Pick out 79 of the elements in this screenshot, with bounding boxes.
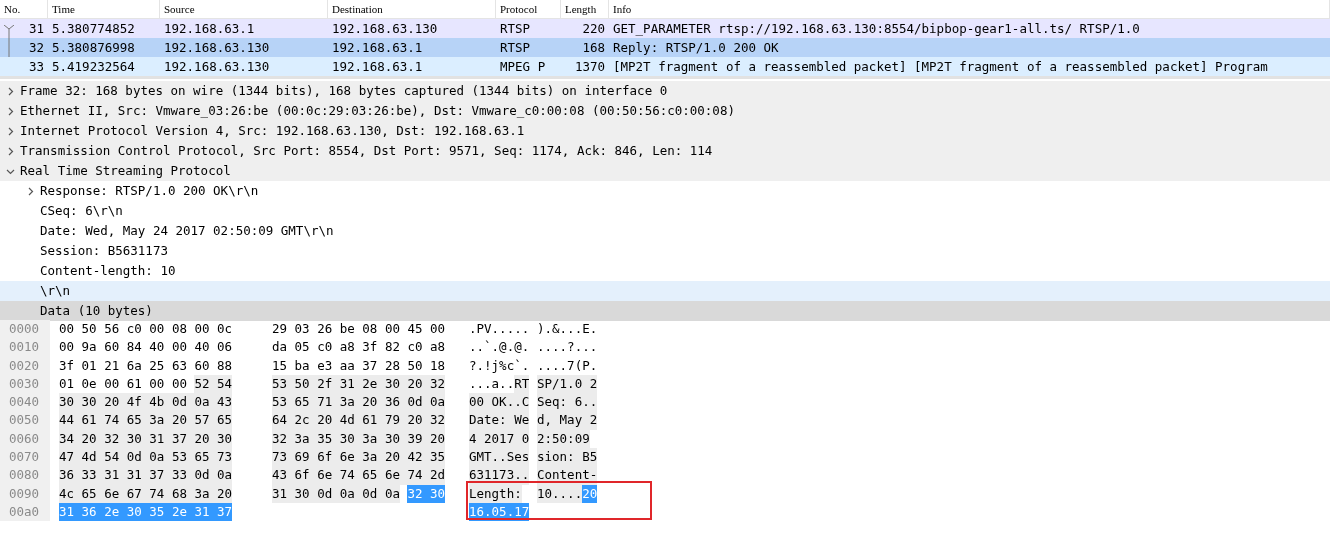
table-cell: 192.168.63.130 <box>164 59 270 74</box>
table-cell: 5.419232564 <box>52 59 135 74</box>
hex-bytes: 00 9a 60 84 40 00 40 06 <box>59 338 233 357</box>
offset-label: 0060 <box>9 429 41 448</box>
hex-bytes: 44 61 74 65 3a 20 57 65 <box>59 411 233 430</box>
ascii-text: SP/1.0 2 <box>537 374 598 394</box>
offset-label: 0040 <box>9 393 41 412</box>
table-cell: MPEG P <box>500 59 546 74</box>
tree-item[interactable]: Data (10 bytes) <box>40 301 159 321</box>
column-header[interactable]: Info <box>609 0 1330 18</box>
hex-bytes: 73 69 6f 6e 3a 20 42 35 <box>272 448 446 467</box>
hex-bytes: 43 6f 6e 74 65 6e 74 2d <box>272 466 446 485</box>
tree-item[interactable]: Session: B5631173 <box>40 241 174 261</box>
table-cell: 5.380774852 <box>52 21 135 36</box>
offset-label: 0070 <box>9 448 41 467</box>
hex-bytes: 15 ba e3 aa 37 28 50 18 <box>272 356 446 375</box>
hex-bytes: 3f 01 21 6a 25 63 60 88 <box>59 356 233 375</box>
hex-bytes: 36 33 31 31 37 33 0d 0a <box>59 466 233 485</box>
hex-bytes: 29 03 26 be 08 00 45 00 <box>272 320 446 338</box>
table-cell: 192.168.63.1 <box>164 21 255 36</box>
ascii-text: GMT..Ses <box>469 448 530 467</box>
tree-item[interactable]: Content-length: 10 <box>40 261 182 281</box>
table-cell: 32 <box>28 40 44 55</box>
tree-item[interactable]: Date: Wed, May 24 2017 02:50:09 GMT\r\n <box>40 221 340 241</box>
ascii-text: ?.!j%c`. <box>469 356 530 375</box>
ascii-text: ...a.. <box>469 374 515 393</box>
tree-item[interactable]: Response: RTSP/1.0 200 OK\r\n <box>40 181 265 201</box>
offset-label: 0000 <box>9 320 41 338</box>
offset-label: 0020 <box>9 356 41 375</box>
ascii-text: 00 OK..C <box>469 393 530 412</box>
tree-item[interactable]: Real Time Streaming Protocol <box>20 161 237 181</box>
table-cell: 192.168.63.1 <box>332 59 423 74</box>
column-header[interactable]: Length <box>561 0 609 18</box>
table-cell: 192.168.63.130 <box>164 40 270 55</box>
table-cell: 168 <box>582 40 605 55</box>
offset-label: 0090 <box>9 484 41 503</box>
ascii-text: .PV..... <box>469 320 530 338</box>
offset-label: 00a0 <box>9 502 41 521</box>
table-cell: 5.380876998 <box>52 40 135 55</box>
offset-label: 0010 <box>9 338 41 357</box>
table-cell: 192.168.63.130 <box>332 21 438 36</box>
hex-bytes: 52 54 <box>194 374 233 394</box>
table-cell: 31 <box>28 21 44 36</box>
offset-label: 0030 <box>9 374 41 393</box>
hex-bytes: 30 30 20 4f 4b 0d 0a 43 <box>59 393 233 412</box>
ascii-text: ..`.@.@. <box>469 338 530 357</box>
table-cell: 1370 <box>574 59 605 74</box>
hex-bytes: 01 0e 00 61 00 00 <box>59 374 187 393</box>
table-cell: GET_PARAMETER rtsp://192.168.63.130:8554/bipbop-gear1-all.ts/ RTSP/1.0 <box>613 21 1140 36</box>
table-cell: 33 <box>28 59 44 74</box>
table-cell: [MP2T fragment of a reassembled packet] [MP2T fragment of a reassembled packet] Program <box>613 59 1268 74</box>
ascii-text: ....?... <box>537 338 598 357</box>
tree-item[interactable]: \r\n <box>40 281 77 301</box>
table-cell: Reply: RTSP/1.0 200 OK <box>613 40 779 55</box>
ascii-text: ....7(P. <box>537 356 598 375</box>
ascii-text: sion: B5 <box>537 448 598 467</box>
column-header[interactable]: Source <box>160 0 328 18</box>
hex-bytes: 00 50 56 c0 00 08 00 0c <box>59 320 233 338</box>
table-cell: 192.168.63.1 <box>332 40 423 55</box>
hex-bytes: 47 4d 54 0d 0a 53 65 73 <box>59 448 233 467</box>
hex-bytes: da 05 c0 a8 3f 82 c0 a8 <box>272 338 446 357</box>
hex-bytes: 53 50 2f 31 2e 30 20 32 <box>272 374 446 394</box>
ascii-text: ).&...E. <box>537 320 598 338</box>
table-cell: 220 <box>582 21 605 36</box>
offset-label: 0080 <box>9 466 41 485</box>
offset-label: 0050 <box>9 411 41 430</box>
hex-bytes: 64 2c 20 4d 61 79 20 32 <box>272 411 446 430</box>
ascii-text: Seq: 6.. <box>537 393 598 412</box>
ascii-text: RT <box>514 374 530 394</box>
table-cell: RTSP <box>500 40 531 55</box>
ascii-text: d, May 2 <box>537 411 598 430</box>
column-header[interactable]: Protocol <box>496 0 561 18</box>
ascii-text: Date: We <box>469 411 530 430</box>
hex-bytes: 53 65 71 3a 20 36 0d 0a <box>272 393 446 412</box>
table-cell: RTSP <box>500 21 531 36</box>
column-header[interactable]: Destination <box>328 0 496 18</box>
tree-item[interactable]: CSeq: 6\r\n <box>40 201 129 221</box>
column-header[interactable]: Time <box>48 0 160 18</box>
column-header[interactable]: No. <box>0 0 48 18</box>
